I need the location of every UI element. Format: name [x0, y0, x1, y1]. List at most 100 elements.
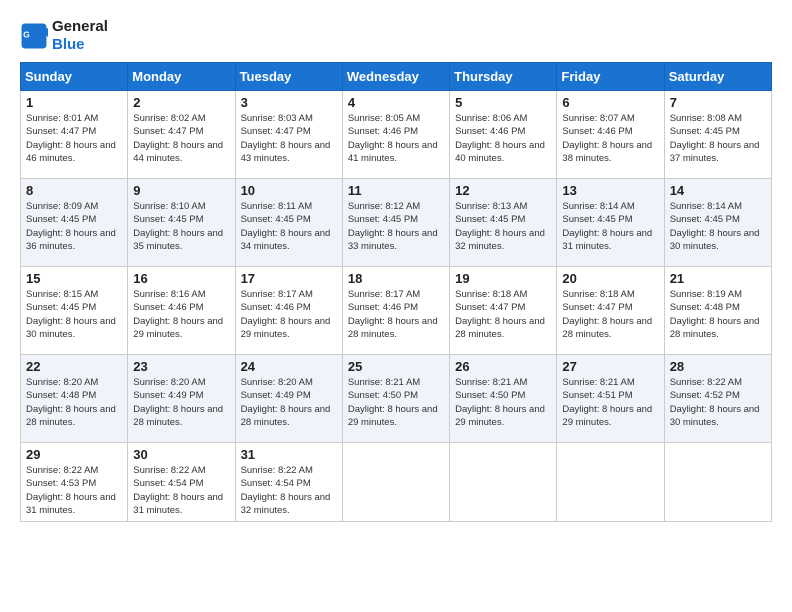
- day-number: 14: [670, 183, 766, 198]
- day-number: 27: [562, 359, 658, 374]
- day-number: 6: [562, 95, 658, 110]
- calendar-cell: 1 Sunrise: 8:01 AM Sunset: 4:47 PM Dayli…: [21, 91, 128, 179]
- day-number: 20: [562, 271, 658, 286]
- calendar-cell: 21 Sunrise: 8:19 AM Sunset: 4:48 PM Dayl…: [664, 267, 771, 355]
- calendar-cell: 8 Sunrise: 8:09 AM Sunset: 4:45 PM Dayli…: [21, 179, 128, 267]
- day-info: Sunrise: 8:17 AM Sunset: 4:46 PM Dayligh…: [348, 288, 444, 341]
- calendar-cell: 12 Sunrise: 8:13 AM Sunset: 4:45 PM Dayl…: [450, 179, 557, 267]
- day-number: 1: [26, 95, 122, 110]
- day-info: Sunrise: 8:22 AM Sunset: 4:54 PM Dayligh…: [133, 464, 229, 517]
- day-info: Sunrise: 8:05 AM Sunset: 4:46 PM Dayligh…: [348, 112, 444, 165]
- day-info: Sunrise: 8:22 AM Sunset: 4:53 PM Dayligh…: [26, 464, 122, 517]
- day-info: Sunrise: 8:12 AM Sunset: 4:45 PM Dayligh…: [348, 200, 444, 253]
- calendar-cell: 29 Sunrise: 8:22 AM Sunset: 4:53 PM Dayl…: [21, 443, 128, 522]
- day-info: Sunrise: 8:17 AM Sunset: 4:46 PM Dayligh…: [241, 288, 337, 341]
- day-number: 4: [348, 95, 444, 110]
- day-number: 9: [133, 183, 229, 198]
- day-number: 8: [26, 183, 122, 198]
- calendar-cell: 16 Sunrise: 8:16 AM Sunset: 4:46 PM Dayl…: [128, 267, 235, 355]
- calendar-week-row: 29 Sunrise: 8:22 AM Sunset: 4:53 PM Dayl…: [21, 443, 772, 522]
- calendar-cell: [450, 443, 557, 522]
- weekday-header: Saturday: [664, 63, 771, 91]
- calendar-cell: 14 Sunrise: 8:14 AM Sunset: 4:45 PM Dayl…: [664, 179, 771, 267]
- day-info: Sunrise: 8:14 AM Sunset: 4:45 PM Dayligh…: [562, 200, 658, 253]
- calendar-cell: 3 Sunrise: 8:03 AM Sunset: 4:47 PM Dayli…: [235, 91, 342, 179]
- day-info: Sunrise: 8:22 AM Sunset: 4:54 PM Dayligh…: [241, 464, 337, 517]
- day-number: 28: [670, 359, 766, 374]
- day-number: 17: [241, 271, 337, 286]
- weekday-header: Sunday: [21, 63, 128, 91]
- weekday-header: Monday: [128, 63, 235, 91]
- weekday-header: Wednesday: [342, 63, 449, 91]
- day-number: 25: [348, 359, 444, 374]
- calendar-cell: [557, 443, 664, 522]
- day-number: 26: [455, 359, 551, 374]
- logo-text: General Blue: [52, 18, 108, 54]
- calendar-week-row: 1 Sunrise: 8:01 AM Sunset: 4:47 PM Dayli…: [21, 91, 772, 179]
- day-info: Sunrise: 8:20 AM Sunset: 4:49 PM Dayligh…: [133, 376, 229, 429]
- calendar-cell: 9 Sunrise: 8:10 AM Sunset: 4:45 PM Dayli…: [128, 179, 235, 267]
- day-info: Sunrise: 8:02 AM Sunset: 4:47 PM Dayligh…: [133, 112, 229, 165]
- day-info: Sunrise: 8:11 AM Sunset: 4:45 PM Dayligh…: [241, 200, 337, 253]
- day-info: Sunrise: 8:19 AM Sunset: 4:48 PM Dayligh…: [670, 288, 766, 341]
- svg-text:G: G: [23, 30, 30, 40]
- day-info: Sunrise: 8:07 AM Sunset: 4:46 PM Dayligh…: [562, 112, 658, 165]
- calendar-cell: [342, 443, 449, 522]
- calendar-cell: 23 Sunrise: 8:20 AM Sunset: 4:49 PM Dayl…: [128, 355, 235, 443]
- day-number: 22: [26, 359, 122, 374]
- calendar-cell: 26 Sunrise: 8:21 AM Sunset: 4:50 PM Dayl…: [450, 355, 557, 443]
- day-number: 16: [133, 271, 229, 286]
- day-number: 29: [26, 447, 122, 462]
- calendar-cell: 6 Sunrise: 8:07 AM Sunset: 4:46 PM Dayli…: [557, 91, 664, 179]
- calendar-cell: 7 Sunrise: 8:08 AM Sunset: 4:45 PM Dayli…: [664, 91, 771, 179]
- logo-icon: G: [20, 22, 48, 50]
- calendar-cell: 30 Sunrise: 8:22 AM Sunset: 4:54 PM Dayl…: [128, 443, 235, 522]
- day-info: Sunrise: 8:20 AM Sunset: 4:48 PM Dayligh…: [26, 376, 122, 429]
- calendar-cell: 31 Sunrise: 8:22 AM Sunset: 4:54 PM Dayl…: [235, 443, 342, 522]
- calendar-cell: 17 Sunrise: 8:17 AM Sunset: 4:46 PM Dayl…: [235, 267, 342, 355]
- day-info: Sunrise: 8:09 AM Sunset: 4:45 PM Dayligh…: [26, 200, 122, 253]
- day-number: 12: [455, 183, 551, 198]
- day-info: Sunrise: 8:18 AM Sunset: 4:47 PM Dayligh…: [455, 288, 551, 341]
- calendar-cell: 28 Sunrise: 8:22 AM Sunset: 4:52 PM Dayl…: [664, 355, 771, 443]
- day-number: 31: [241, 447, 337, 462]
- calendar-cell: 27 Sunrise: 8:21 AM Sunset: 4:51 PM Dayl…: [557, 355, 664, 443]
- day-number: 18: [348, 271, 444, 286]
- day-info: Sunrise: 8:15 AM Sunset: 4:45 PM Dayligh…: [26, 288, 122, 341]
- day-info: Sunrise: 8:14 AM Sunset: 4:45 PM Dayligh…: [670, 200, 766, 253]
- calendar-cell: 13 Sunrise: 8:14 AM Sunset: 4:45 PM Dayl…: [557, 179, 664, 267]
- weekday-header: Thursday: [450, 63, 557, 91]
- day-info: Sunrise: 8:20 AM Sunset: 4:49 PM Dayligh…: [241, 376, 337, 429]
- day-number: 30: [133, 447, 229, 462]
- day-info: Sunrise: 8:21 AM Sunset: 4:50 PM Dayligh…: [455, 376, 551, 429]
- day-info: Sunrise: 8:16 AM Sunset: 4:46 PM Dayligh…: [133, 288, 229, 341]
- day-info: Sunrise: 8:13 AM Sunset: 4:45 PM Dayligh…: [455, 200, 551, 253]
- day-number: 23: [133, 359, 229, 374]
- calendar-cell: 22 Sunrise: 8:20 AM Sunset: 4:48 PM Dayl…: [21, 355, 128, 443]
- day-number: 11: [348, 183, 444, 198]
- calendar-cell: 18 Sunrise: 8:17 AM Sunset: 4:46 PM Dayl…: [342, 267, 449, 355]
- day-number: 10: [241, 183, 337, 198]
- logo: G General Blue: [20, 18, 108, 54]
- page: G General Blue SundayMondayTuesdayWednes…: [0, 0, 792, 532]
- day-number: 2: [133, 95, 229, 110]
- day-info: Sunrise: 8:10 AM Sunset: 4:45 PM Dayligh…: [133, 200, 229, 253]
- calendar-week-row: 22 Sunrise: 8:20 AM Sunset: 4:48 PM Dayl…: [21, 355, 772, 443]
- day-info: Sunrise: 8:18 AM Sunset: 4:47 PM Dayligh…: [562, 288, 658, 341]
- weekday-header: Tuesday: [235, 63, 342, 91]
- day-number: 13: [562, 183, 658, 198]
- calendar-cell: 10 Sunrise: 8:11 AM Sunset: 4:45 PM Dayl…: [235, 179, 342, 267]
- weekday-header: Friday: [557, 63, 664, 91]
- day-info: Sunrise: 8:03 AM Sunset: 4:47 PM Dayligh…: [241, 112, 337, 165]
- calendar-cell: 20 Sunrise: 8:18 AM Sunset: 4:47 PM Dayl…: [557, 267, 664, 355]
- calendar-cell: 15 Sunrise: 8:15 AM Sunset: 4:45 PM Dayl…: [21, 267, 128, 355]
- calendar-week-row: 15 Sunrise: 8:15 AM Sunset: 4:45 PM Dayl…: [21, 267, 772, 355]
- day-number: 5: [455, 95, 551, 110]
- day-info: Sunrise: 8:06 AM Sunset: 4:46 PM Dayligh…: [455, 112, 551, 165]
- calendar-week-row: 8 Sunrise: 8:09 AM Sunset: 4:45 PM Dayli…: [21, 179, 772, 267]
- calendar-cell: 25 Sunrise: 8:21 AM Sunset: 4:50 PM Dayl…: [342, 355, 449, 443]
- day-info: Sunrise: 8:21 AM Sunset: 4:50 PM Dayligh…: [348, 376, 444, 429]
- calendar-cell: [664, 443, 771, 522]
- calendar-header-row: SundayMondayTuesdayWednesdayThursdayFrid…: [21, 63, 772, 91]
- calendar-cell: 24 Sunrise: 8:20 AM Sunset: 4:49 PM Dayl…: [235, 355, 342, 443]
